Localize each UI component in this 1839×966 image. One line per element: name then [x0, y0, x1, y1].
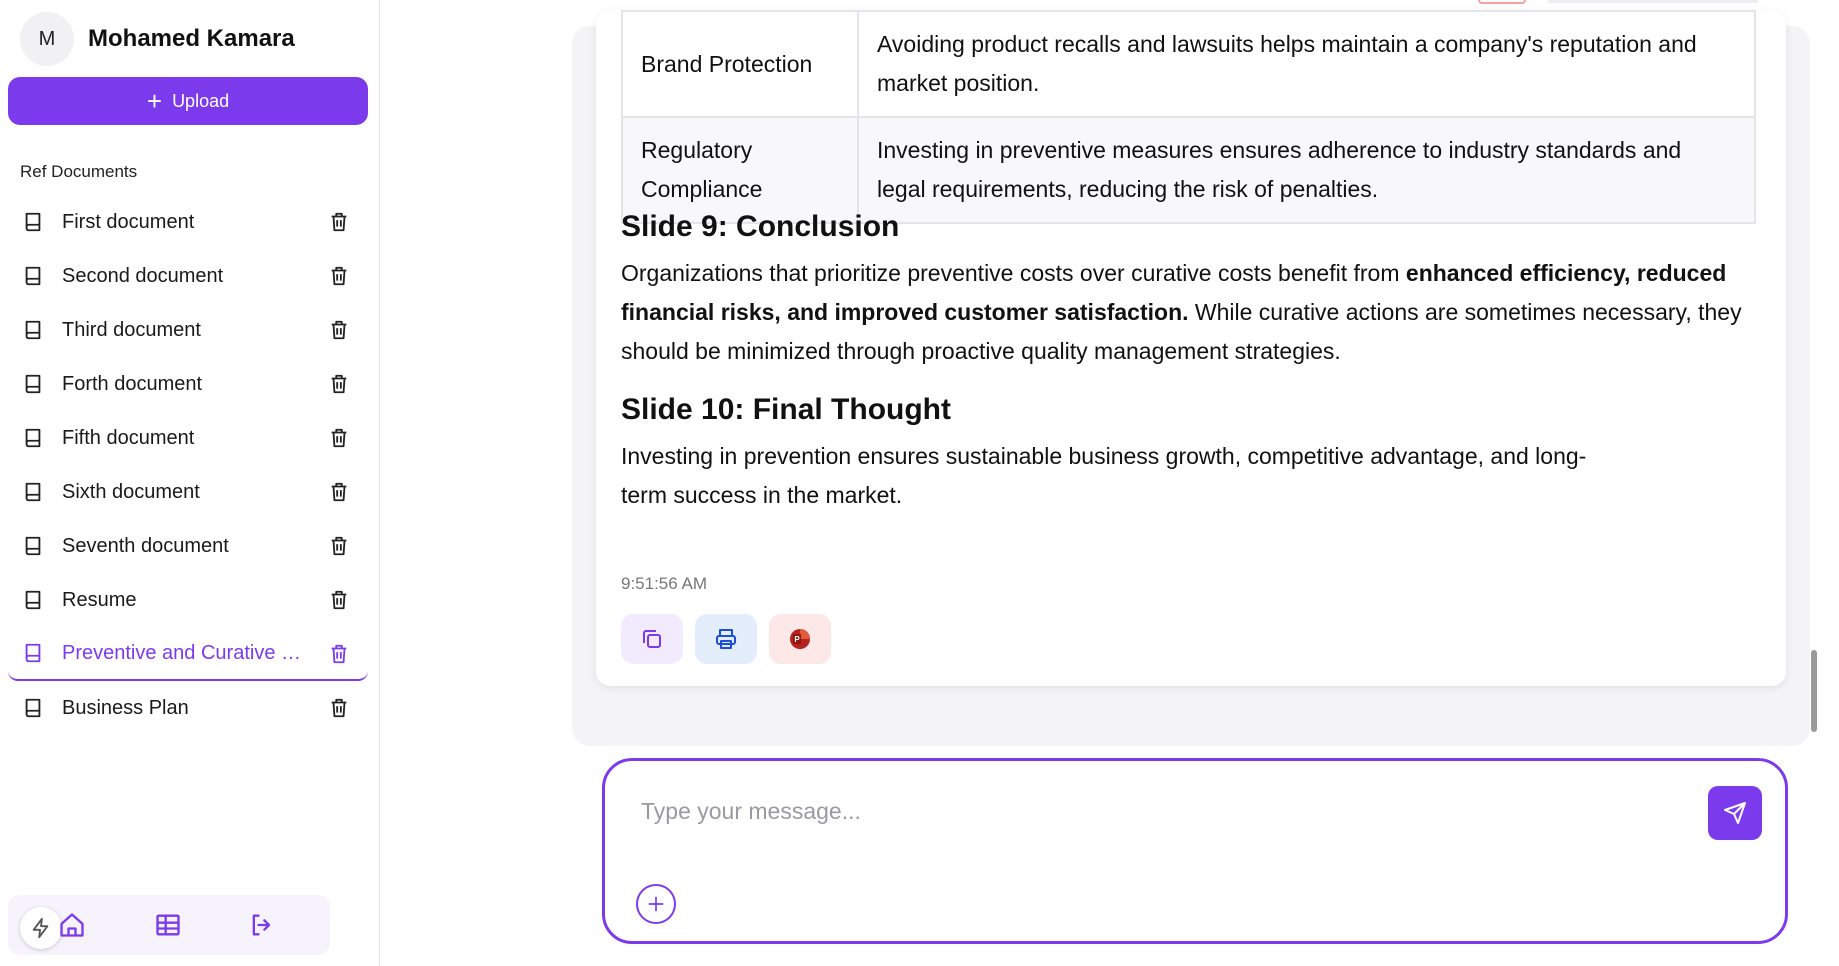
trash-icon[interactable] — [328, 265, 350, 287]
slide10-paragraph: Investing in prevention ensures sustaina… — [621, 443, 1587, 508]
powerpoint-icon: P — [790, 629, 810, 649]
user-name: Mohamed Kamara — [88, 25, 295, 52]
document-list: First document Second document Third docum… — [8, 195, 368, 735]
add-attachment-button[interactable] — [636, 884, 676, 924]
slide9-paragraph: Organizations that prioritize preventive… — [621, 254, 1756, 371]
table-row: Brand Protection Avoiding product recall… — [621, 10, 1756, 118]
home-icon[interactable] — [58, 911, 86, 939]
book-icon — [25, 266, 41, 286]
powerpoint-export-button[interactable]: P — [769, 614, 831, 664]
scrollbar-thumb[interactable] — [1811, 650, 1817, 732]
slide9-heading: Slide 9: Conclusion — [621, 210, 900, 243]
document-item[interactable]: Second document — [8, 249, 368, 303]
copy-button[interactable] — [621, 614, 683, 664]
document-item[interactable]: First document — [8, 195, 368, 249]
book-icon — [25, 482, 41, 502]
book-icon — [25, 212, 41, 232]
book-icon — [25, 428, 41, 448]
trash-icon[interactable] — [328, 643, 350, 665]
document-label: Fifth document — [62, 426, 195, 449]
book-icon — [25, 643, 41, 663]
trash-icon[interactable] — [328, 535, 350, 557]
bolt-button[interactable] — [20, 907, 62, 949]
chat-area: Brand Protection Avoiding product recall… — [572, 10, 1810, 746]
document-label: Resume — [62, 588, 137, 611]
document-label: Second document — [62, 264, 224, 287]
bottom-nav — [8, 895, 330, 955]
bolt-icon — [32, 917, 49, 939]
table-cell-desc: Avoiding product recalls and lawsuits he… — [857, 10, 1756, 118]
print-button[interactable] — [695, 614, 757, 664]
message-composer — [602, 758, 1788, 944]
trash-icon[interactable] — [328, 427, 350, 449]
avatar[interactable]: M — [20, 12, 74, 66]
message-table: Brand Protection Avoiding product recall… — [621, 10, 1756, 224]
table-cell-desc: Investing in preventive measures ensures… — [857, 116, 1756, 224]
document-item[interactable]: Forth document — [8, 357, 368, 411]
document-item[interactable]: Resume — [8, 573, 368, 627]
document-label: Forth document — [62, 372, 203, 395]
table-cell-term: Regulatory Compliance — [621, 116, 859, 224]
user-profile: M Mohamed Kamara — [20, 12, 295, 66]
slide9-text-1: Organizations that prioritize preventive… — [621, 260, 1406, 286]
document-item[interactable]: Preventive and Curative Costs — [8, 627, 368, 681]
book-icon — [25, 698, 41, 718]
book-icon — [25, 536, 41, 556]
send-button[interactable] — [1708, 786, 1762, 840]
trash-icon[interactable] — [328, 319, 350, 341]
book-icon — [25, 374, 41, 394]
book-icon — [25, 590, 41, 610]
plus-icon: + — [146, 86, 163, 116]
trash-icon[interactable] — [328, 697, 350, 719]
document-item[interactable]: Sixth document — [8, 465, 368, 519]
top-badge-edge — [1478, 0, 1526, 4]
upload-button[interactable]: + Upload — [8, 77, 368, 125]
table-icon[interactable] — [154, 911, 182, 939]
ref-documents-heading: Ref Documents — [20, 162, 138, 181]
document-item[interactable]: Business Plan — [8, 681, 368, 735]
plus-circle-icon — [648, 896, 664, 912]
trash-icon[interactable] — [328, 211, 350, 233]
chat-scrollbar[interactable] — [1808, 26, 1820, 746]
document-label: Business Plan — [62, 696, 189, 719]
trash-icon[interactable] — [328, 589, 350, 611]
document-label: Preventive and Curative Costs — [62, 641, 302, 664]
send-icon — [1724, 802, 1746, 824]
print-icon — [716, 629, 736, 649]
trash-icon[interactable] — [328, 481, 350, 503]
sidebar: M Mohamed Kamara + Upload Ref Documents … — [0, 0, 380, 966]
assistant-message: Brand Protection Avoiding product recall… — [596, 10, 1786, 686]
document-item[interactable]: Third document — [8, 303, 368, 357]
top-bar-edge — [1548, 0, 1758, 3]
book-icon — [25, 320, 41, 340]
message-timestamp: 9:51:56 AM — [621, 574, 708, 593]
document-label: Third document — [62, 318, 201, 341]
slide10-heading: Slide 10: Final Thought — [621, 393, 951, 426]
trash-icon[interactable] — [328, 373, 350, 395]
copy-icon — [643, 630, 661, 648]
svg-text:P: P — [794, 635, 800, 644]
document-label: First document — [62, 210, 195, 233]
message-input[interactable] — [641, 791, 1681, 831]
document-label: Seventh document — [62, 534, 229, 557]
table-cell-term: Brand Protection — [621, 10, 859, 118]
logout-icon[interactable] — [248, 911, 276, 939]
upload-label: Upload — [172, 90, 230, 111]
document-item[interactable]: Seventh document — [8, 519, 368, 573]
document-item[interactable]: Fifth document — [8, 411, 368, 465]
table-row: Regulatory Compliance Investing in preve… — [621, 116, 1756, 224]
document-label: Sixth document — [62, 480, 200, 503]
